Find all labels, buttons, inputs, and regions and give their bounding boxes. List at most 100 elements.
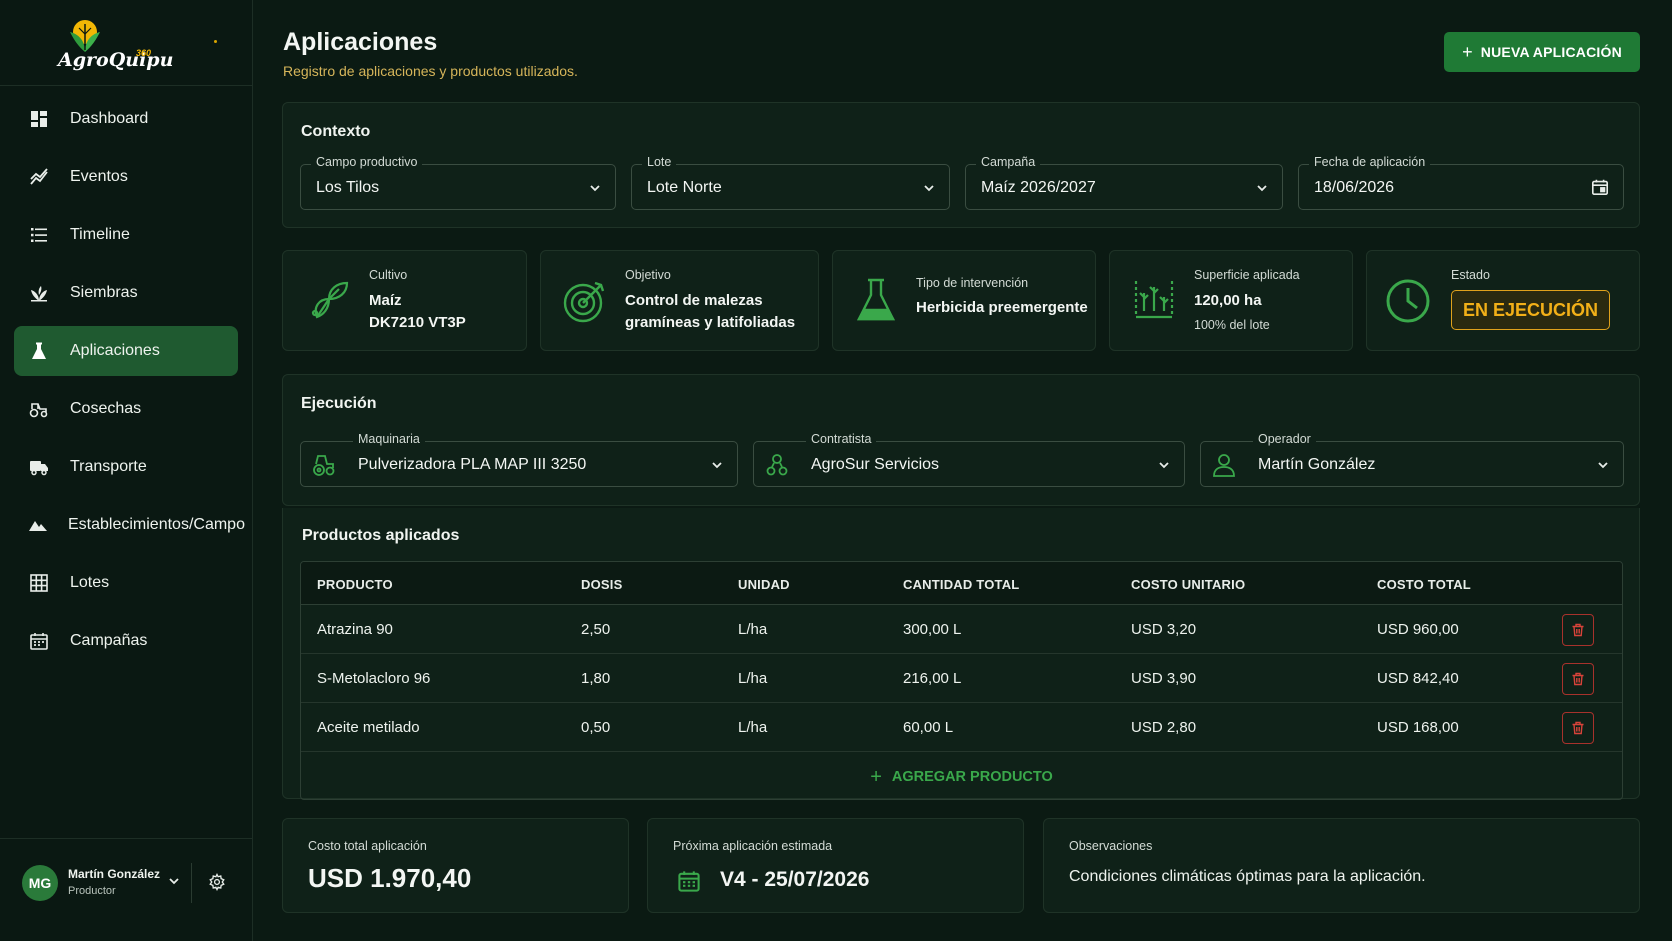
cell-dosis: 2,50 (581, 621, 611, 638)
cell-costo-unitario: USD 3,90 (1131, 670, 1197, 687)
execution-card: Ejecución Maquinaria Pulverizadora PLA M… (282, 374, 1640, 506)
delete-row-button[interactable] (1562, 663, 1594, 695)
new-application-button[interactable]: + NUEVA APLICACIÓN (1444, 32, 1640, 72)
gear-icon[interactable] (208, 873, 226, 891)
sidebar-item-timeline[interactable]: Timeline (14, 210, 238, 260)
objetivo-label: Objetivo (625, 268, 671, 282)
column-header: COSTO TOTAL (1377, 577, 1471, 592)
products-title: Productos aplicados (302, 527, 460, 544)
chevron-down-icon (1257, 185, 1267, 192)
sidebar-item-lotes[interactable]: Lotes (14, 558, 238, 608)
maquinaria-select[interactable]: Maquinaria Pulverizadora PLA MAP III 325… (300, 432, 738, 487)
campana-label: Campaña (976, 155, 1041, 169)
contratista-select[interactable]: Contratista AgroSur Servicios (753, 432, 1185, 487)
table-row[interactable]: Aceite metilado 0,50 L/ha 60,00 L USD 2,… (301, 703, 1622, 752)
context-card: Contexto Campo productivo Los Tilos Lote… (282, 102, 1640, 228)
calendar-icon[interactable] (1591, 178, 1609, 196)
cell-costo-unitario: USD 3,20 (1131, 621, 1197, 638)
sidebar-item-label: Timeline (70, 226, 130, 243)
fecha-input[interactable]: Fecha de aplicación 18/06/2026 (1298, 155, 1624, 210)
sidebar-item-label: Eventos (70, 168, 128, 185)
add-product-button[interactable]: + AGREGAR PRODUCTO (301, 753, 1622, 799)
next-application-label: Próxima aplicación estimada (673, 839, 833, 853)
estado-label: Estado (1451, 268, 1490, 282)
logo-dot (214, 40, 217, 43)
sidebar-item-cosechas[interactable]: Cosechas (14, 384, 238, 434)
objetivo-line2: gramíneas y latifoliadas (625, 314, 796, 331)
cell-producto: Atrazina 90 (317, 621, 393, 638)
column-header: UNIDAD (738, 577, 790, 592)
cell-unidad: L/ha (738, 670, 768, 687)
sidebar-item-siembras[interactable]: Siembras (14, 268, 238, 318)
lote-select[interactable]: Lote Lote Norte (631, 155, 950, 210)
tipo-card: Tipo de intervención Herbicida preemerge… (832, 250, 1096, 351)
plus-icon: + (870, 765, 882, 788)
sidebar-item-label: Lotes (70, 574, 110, 591)
cell-dosis: 0,50 (581, 719, 611, 736)
operador-value: Martín González (1258, 456, 1376, 473)
delete-row-button[interactable] (1562, 712, 1594, 744)
column-header: PRODUCTO (317, 577, 393, 592)
cultivo-card: Cultivo Maíz DK7210 VT3P (282, 250, 527, 351)
cell-costo-total: USD 960,00 (1377, 621, 1459, 638)
execution-title: Ejecución (301, 395, 377, 412)
superficie-label: Superficie aplicada (1194, 268, 1300, 282)
calendar-icon (678, 871, 700, 892)
fecha-label: Fecha de aplicación (1309, 155, 1431, 169)
lote-label: Lote (642, 155, 677, 169)
campo-select[interactable]: Campo productivo Los Tilos (300, 155, 616, 210)
campana-value: Maíz 2026/2027 (981, 179, 1096, 196)
user-menu: MG Martín González Productor (0, 838, 253, 941)
observations-label: Observaciones (1069, 839, 1153, 853)
cell-cantidad: 60,00 L (903, 719, 954, 736)
sidebar-item-transporte[interactable]: Transporte (14, 442, 238, 492)
sidebar-item-label: Aplicaciones (70, 342, 160, 359)
campana-select[interactable]: Campaña Maíz 2026/2027 (965, 155, 1283, 210)
column-header: CANTIDAD TOTAL (903, 577, 1020, 592)
table-row[interactable]: S-Metolacloro 96 1,80 L/ha 216,00 L USD … (301, 654, 1622, 703)
cell-dosis: 1,80 (581, 670, 611, 687)
lote-value: Lote Norte (647, 179, 722, 196)
cell-producto: S-Metolacloro 96 (317, 670, 431, 687)
next-application-card: Próxima aplicación estimada V4 - 25/07/2… (647, 818, 1024, 913)
flask-icon (28, 340, 50, 362)
sidebar: AgroQuipu 360 Dashboard Eventos Timeline (0, 0, 253, 941)
contratista-label: Contratista (806, 432, 877, 446)
campo-label: Campo productivo (311, 155, 423, 169)
fecha-value: 18/06/2026 (1314, 179, 1395, 196)
sidebar-item-label: Campañas (70, 632, 148, 649)
cell-producto: Aceite metilado (317, 719, 420, 736)
flask-icon (856, 278, 896, 321)
table-header: PRODUCTO DOSIS UNIDAD CANTIDAD TOTAL COS… (301, 562, 1622, 605)
tipo-value: Herbicida preemergente (916, 299, 1088, 316)
sidebar-item-label: Dashboard (70, 110, 149, 127)
dashboard-icon (28, 108, 50, 130)
table-row[interactable]: Atrazina 90 2,50 L/ha 300,00 L USD 3,20 … (301, 605, 1622, 654)
chevron-down-icon[interactable] (168, 875, 180, 887)
avatar[interactable]: MG (22, 865, 58, 901)
sidebar-item-campanas[interactable]: Campañas (14, 616, 238, 666)
objetivo-card: Objetivo Control de malezas gramíneas y … (540, 250, 819, 351)
superficie-value: 120,00 ha (1194, 292, 1262, 309)
user-name: Martín González (68, 867, 161, 881)
operador-select[interactable]: Operador Martín González (1200, 432, 1624, 487)
page-title: Aplicaciones (283, 28, 438, 56)
sidebar-nav: Dashboard Eventos Timeline Siembras Apli… (14, 94, 245, 674)
tractor-icon (28, 398, 50, 420)
delete-row-button[interactable] (1562, 614, 1594, 646)
grid-icon (28, 572, 50, 594)
sidebar-item-label: Siembras (70, 284, 138, 301)
sidebar-item-eventos[interactable]: Eventos (14, 152, 238, 202)
chevron-down-icon (590, 185, 600, 192)
logo-text: AgroQuipu (58, 49, 174, 71)
logo[interactable]: AgroQuipu 360 (0, 0, 252, 86)
sidebar-item-dashboard[interactable]: Dashboard (14, 94, 238, 144)
calendar-icon (28, 630, 50, 652)
superficie-percent: 100% del lote (1194, 318, 1270, 332)
mountain-icon (28, 514, 48, 536)
sidebar-item-establecimientos[interactable]: Establecimientos/Campo (14, 500, 245, 550)
trash-icon (1572, 623, 1584, 637)
sidebar-item-aplicaciones[interactable]: Aplicaciones (14, 326, 238, 376)
cultivo-crop: Maíz (369, 292, 402, 309)
cultivo-label: Cultivo (369, 268, 408, 282)
